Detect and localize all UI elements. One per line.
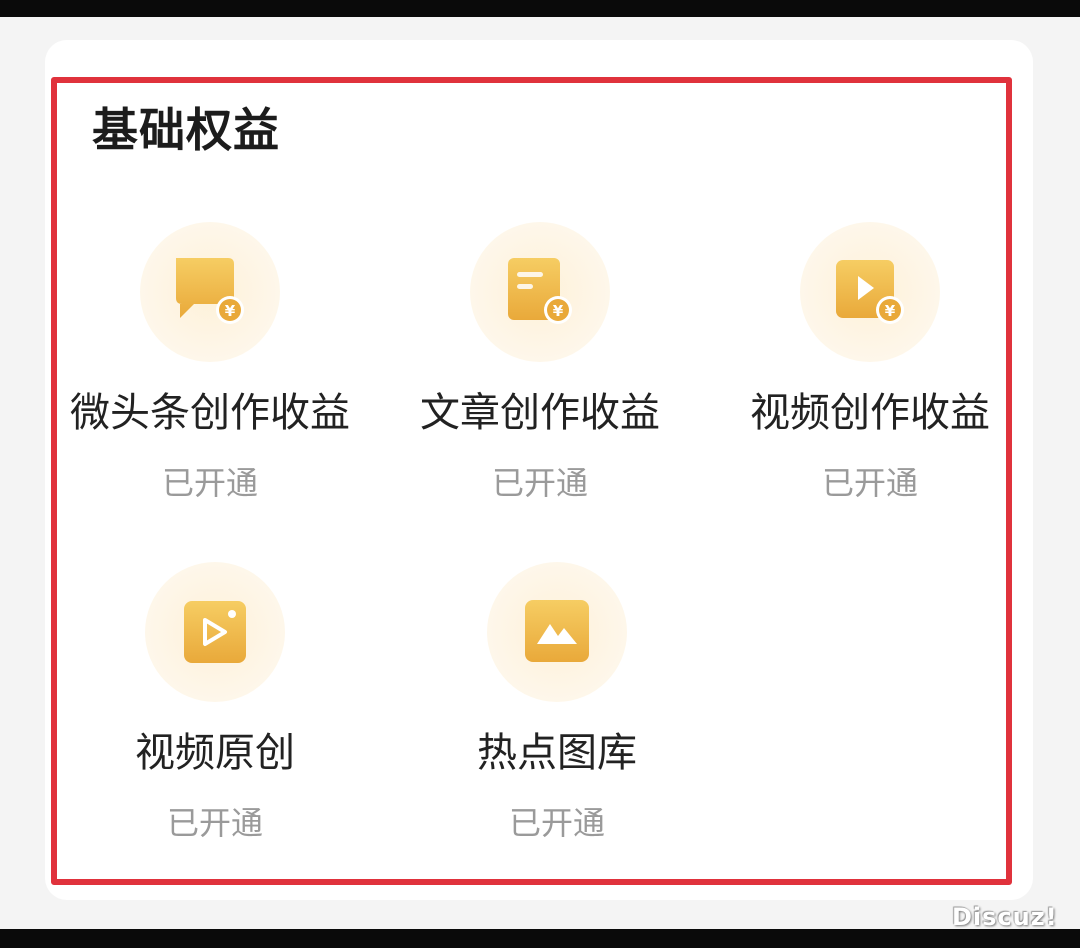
svg-text:¥: ¥	[553, 302, 564, 320]
top-black-bar	[0, 0, 1080, 17]
benefit-label: 微头条创作收益	[70, 390, 350, 436]
watermark: Discuz!	[952, 903, 1058, 931]
benefit-status: 已开通	[508, 804, 605, 842]
video-yuan-icon: ¥	[800, 222, 940, 362]
svg-text:¥: ¥	[225, 302, 236, 320]
benefit-label: 视频创作收益	[750, 390, 990, 436]
bottom-black-bar	[0, 929, 1080, 948]
original-video-icon	[145, 562, 285, 702]
benefit-status: 已开通	[821, 464, 918, 502]
section-title: 基础权益	[92, 103, 280, 157]
message-yuan-icon: ¥	[140, 222, 280, 362]
image-gallery-icon	[487, 562, 627, 702]
benefit-status: 已开通	[491, 464, 588, 502]
benefit-status: 已开通	[166, 804, 263, 842]
benefit-label: 文章创作收益	[420, 390, 660, 436]
benefit-status: 已开通	[161, 464, 258, 502]
benefit-label: 热点图库	[477, 730, 637, 776]
svg-text:¥: ¥	[885, 302, 896, 320]
benefit-label: 视频原创	[135, 730, 295, 776]
article-yuan-icon: ¥	[470, 222, 610, 362]
